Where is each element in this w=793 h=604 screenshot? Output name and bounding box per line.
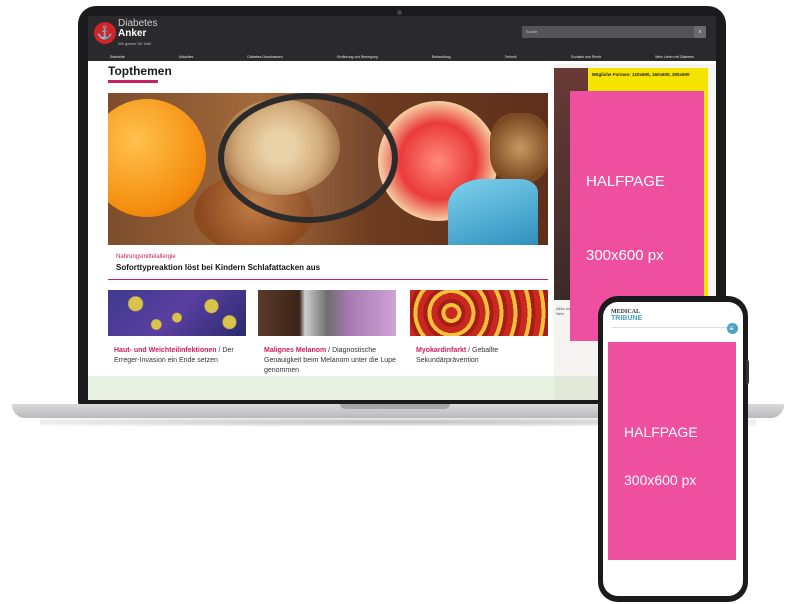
search-placeholder: Suche (526, 29, 538, 34)
logo-tagline: Wir geben Dir Halt (118, 41, 151, 46)
article-card[interactable]: Haut- und Weichteilinfektionen / Der Err… (108, 290, 246, 366)
nav-item-technik[interactable]: Technik (505, 53, 517, 61)
nav-item-soziales[interactable]: Soziales und Recht (571, 53, 601, 61)
search-button[interactable]: ⌕ (694, 26, 706, 38)
laptop-notch (340, 404, 450, 409)
nav-item-behandlung[interactable]: Behandlung (432, 53, 451, 61)
search-icon: ⌕ (698, 29, 702, 35)
hamburger-icon: ≡ (729, 324, 734, 333)
nav-item-startseite[interactable]: Startseite (110, 53, 125, 61)
melanoma-image[interactable] (258, 290, 396, 336)
site-header: ⚓ Diabetes Anker Wir geben Dir Halt Such… (88, 16, 716, 56)
card-title[interactable]: Haut- und Weichteilinfektionen (114, 347, 217, 354)
phone-side-button (746, 360, 749, 384)
nav-item-grundwissen[interactable]: Diabetes-Grundwissen (247, 53, 282, 61)
nav-item-aktuelles[interactable]: Aktuelles (179, 53, 193, 61)
section-title: Topthemen (108, 64, 172, 78)
walnuts-illustration (490, 113, 548, 183)
laptop-camera (397, 10, 402, 15)
divider (108, 279, 548, 280)
hero-image[interactable] (108, 93, 548, 245)
mockup-stage: ⚓ Diabetes Anker Wir geben Dir Halt Such… (0, 0, 793, 604)
ad-format-label: HALFPAGE (624, 424, 698, 440)
artery-image[interactable] (410, 290, 548, 336)
card-title[interactable]: Myokardinfarkt (416, 347, 466, 354)
nav-item-mein-leben[interactable]: Mein Leben mit Diabetes (655, 53, 694, 61)
phone-logo-bottom[interactable]: TRIBUNE (611, 315, 642, 322)
phone-header-divider (611, 327, 729, 328)
hero-headline[interactable]: Soforttypreaktion löst bei Kindern Schla… (116, 263, 320, 272)
article-card[interactable]: Malignes Melanom / Diagnostische Genauig… (258, 290, 396, 376)
article-card[interactable]: Myokardinfarkt / Geballte Sekundärpräven… (410, 290, 548, 366)
hero-kicker[interactable]: Nahrungsmittelallergie (116, 254, 176, 260)
menu-button[interactable]: ≡ (727, 323, 738, 334)
nav-item-ernaehrung[interactable]: Ernährung und Bewegung (337, 53, 378, 61)
yellow-ad-text: Mögliche Formen: 120x600, 160x600, 300x6… (592, 72, 690, 77)
ad-size-label: 300x600 px (586, 247, 664, 264)
glove-illustration (448, 179, 538, 245)
anchor-logo-icon[interactable]: ⚓ (94, 22, 116, 44)
phone-screen: MEDICAL TRIBUNE ≡ HALFPAGE 300x600 px (603, 302, 743, 596)
magnifying-glass-icon (218, 93, 398, 223)
halfpage-ad-phone[interactable]: HALFPAGE 300x600 px (608, 342, 736, 560)
ad-format-label: HALFPAGE (586, 173, 665, 190)
search-input[interactable]: Suche (522, 26, 694, 38)
section-underline (108, 80, 158, 83)
bacteria-image[interactable] (108, 290, 246, 336)
card-title[interactable]: Malignes Melanom (264, 347, 326, 354)
logo-subtitle[interactable]: Anker (118, 29, 146, 39)
main-nav: Startseite Aktuelles Diabetes-Grundwisse… (88, 53, 716, 61)
ad-size-label: 300x600 px (624, 472, 697, 488)
